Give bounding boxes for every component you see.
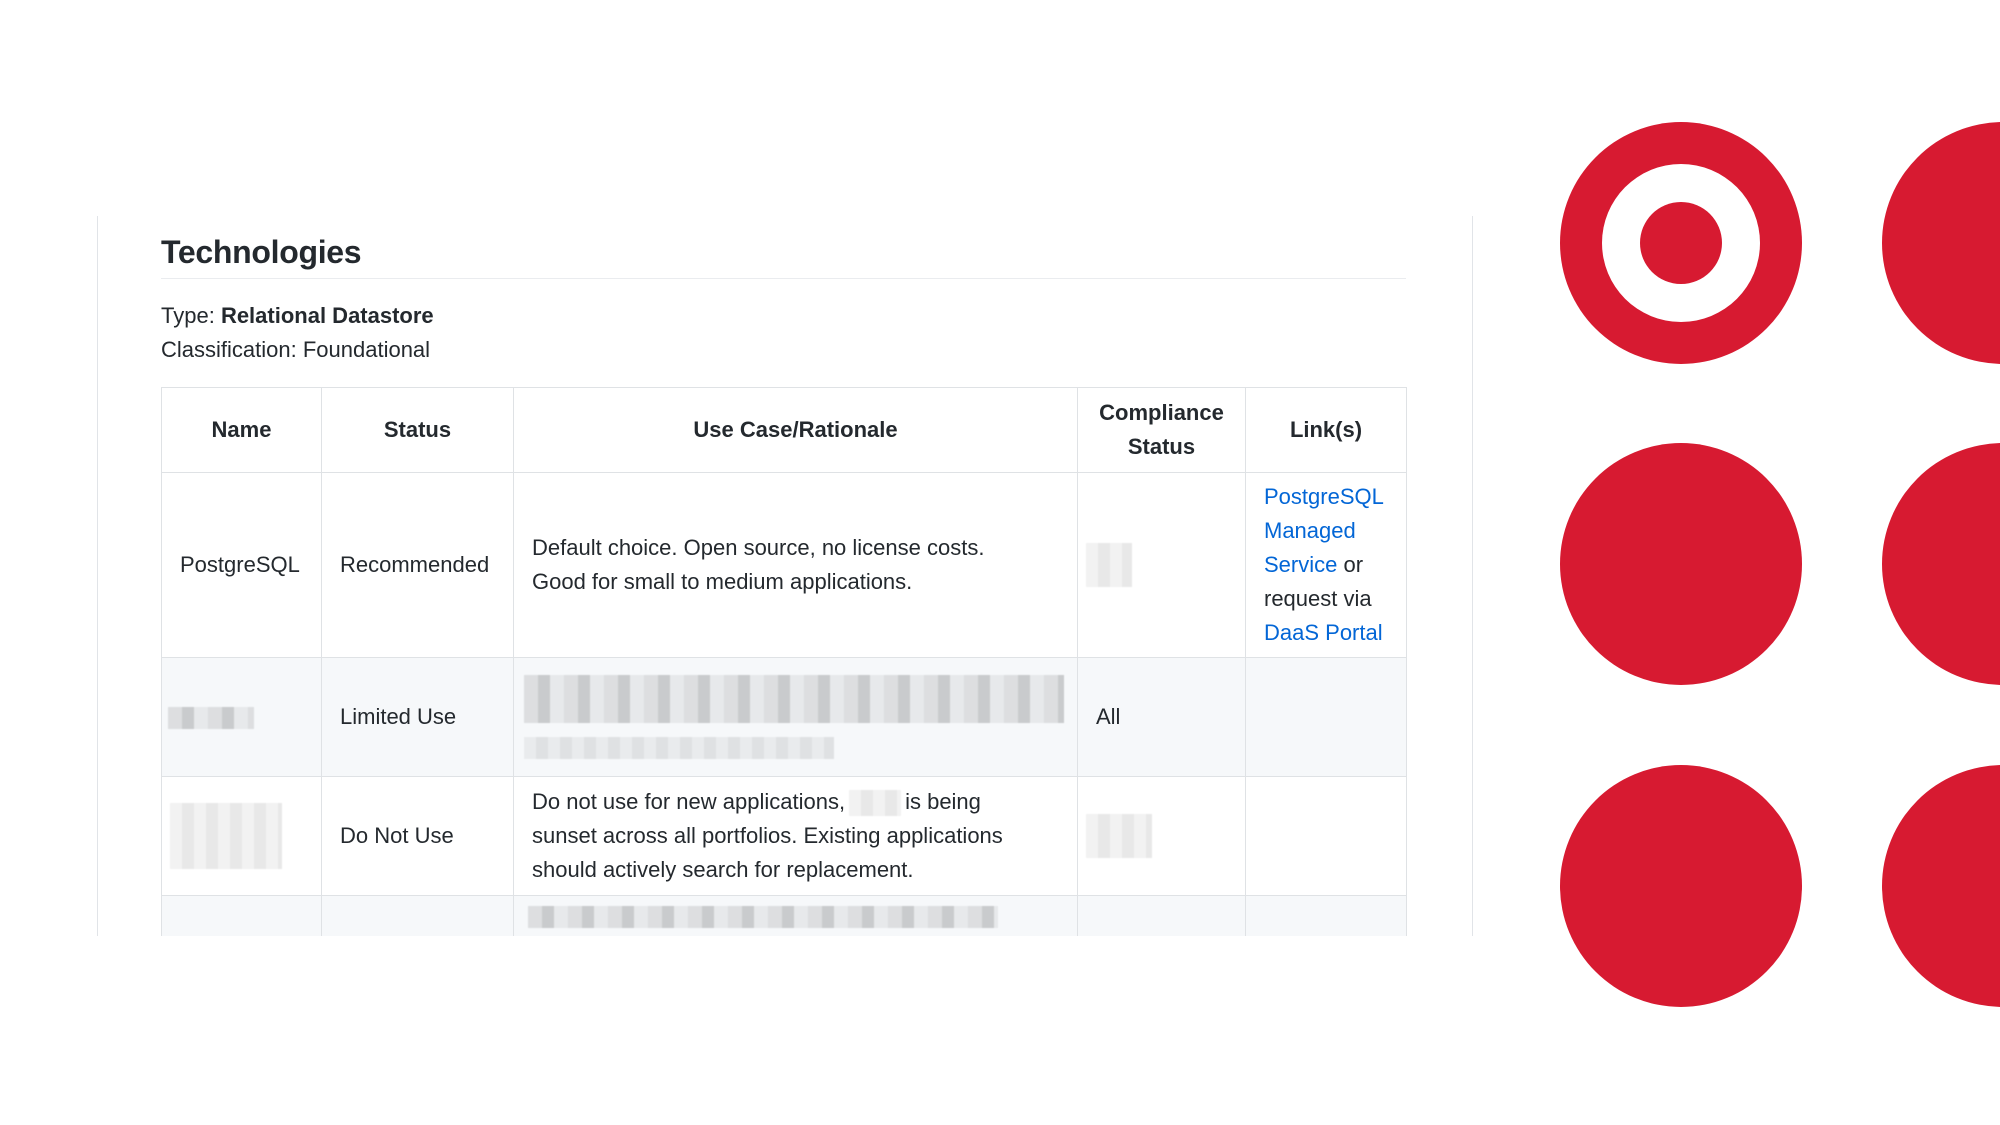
- redacted-text: [528, 906, 998, 929]
- cell-use-case: [513, 895, 1078, 936]
- cell-compliance: [1077, 472, 1246, 658]
- document-screenshot: Technologies Type: Relational Datastore …: [97, 216, 1473, 936]
- redacted-text: [168, 707, 254, 730]
- cell-compliance: All: [1077, 657, 1246, 777]
- table-row: Do Not Use Do not use for new applicatio…: [161, 776, 1407, 896]
- column-header-use-case: Use Case/Rationale: [513, 387, 1078, 473]
- cell-use-case: [513, 657, 1078, 777]
- cell-name: [161, 657, 322, 777]
- use-case-line2: sunset across all portfolios. Existing a…: [532, 823, 1003, 848]
- decorative-dot: [1882, 443, 2000, 685]
- type-value: Relational Datastore: [220, 303, 434, 328]
- redacted-text: [170, 803, 282, 869]
- cell-links: [1245, 657, 1407, 777]
- decorative-dot: [1882, 765, 2000, 1007]
- use-case-part1: Do not use for new applications,: [532, 789, 846, 814]
- redacted-text: [524, 675, 1064, 724]
- page-title: Technologies: [161, 216, 1406, 279]
- redacted-text: [1086, 814, 1152, 858]
- cell-compliance: [1077, 895, 1246, 936]
- compliance-header-line1: Compliance: [1099, 400, 1224, 425]
- redacted-text: [524, 736, 834, 759]
- logo-center: [1640, 202, 1722, 284]
- cell-use-case: Do not use for new applications, is being…: [513, 776, 1078, 896]
- redacted-text: [849, 790, 902, 817]
- use-case-part2: is being: [905, 789, 981, 814]
- presentation-slide: Technologies Type: Relational Datastore …: [0, 0, 2000, 1125]
- cell-use-case: Default choice. Open source, no license …: [513, 472, 1078, 658]
- table-row: Limited Use All: [161, 657, 1407, 777]
- link-connector-request-via: request via: [1264, 586, 1372, 611]
- type-line: Type: Relational Datastore: [161, 299, 1406, 333]
- cell-name: [161, 776, 322, 896]
- cell-compliance: [1077, 776, 1246, 896]
- daas-portal-link[interactable]: DaaS Portal: [1264, 620, 1383, 645]
- type-label: Type:: [161, 303, 215, 328]
- compliance-header-line2: Status: [1127, 434, 1196, 459]
- cell-links: PostgreSQL Managed Service or request vi…: [1245, 472, 1407, 658]
- column-header-links: Link(s): [1245, 387, 1407, 473]
- decorative-dot: [1560, 765, 1802, 1007]
- cell-links: [1245, 895, 1407, 936]
- cell-status: Do Not Use: [321, 776, 514, 896]
- table-row: PostgreSQL Recommended Default choice. O…: [161, 472, 1407, 658]
- redacted-text: [1086, 543, 1132, 587]
- metadata-block: Type: Relational Datastore Classificatio…: [161, 299, 1406, 367]
- use-case-line2: Good for small to medium applications.: [532, 569, 913, 594]
- target-bullseye-logo: [1560, 122, 1802, 364]
- link-connector-or: or: [1343, 552, 1364, 577]
- cell-status: Recommended: [321, 472, 514, 658]
- table-row: [161, 895, 1407, 936]
- cell-links: [1245, 776, 1407, 896]
- classification-line: Classification: Foundational: [161, 333, 1406, 367]
- cell-status: [321, 895, 514, 936]
- column-header-compliance: Compliance Status: [1077, 387, 1246, 473]
- use-case-line1: Default choice. Open source, no license …: [532, 535, 985, 560]
- column-header-status: Status: [321, 387, 514, 473]
- classification-label: Classification:: [161, 337, 297, 362]
- postgresql-managed-service-link[interactable]: PostgreSQL Managed Service: [1264, 484, 1384, 577]
- classification-value: Foundational: [302, 337, 431, 362]
- use-case-line3: should actively search for replacement.: [532, 857, 914, 882]
- table-header-row: Name Status Use Case/Rationale Complianc…: [161, 387, 1407, 473]
- cell-name: [161, 895, 322, 936]
- markdown-body: Technologies Type: Relational Datastore …: [161, 216, 1407, 936]
- cell-status: Limited Use: [321, 657, 514, 777]
- column-header-name: Name: [161, 387, 322, 473]
- cell-name: PostgreSQL: [161, 472, 322, 658]
- decorative-dot: [1882, 122, 2000, 364]
- technologies-table: Name Status Use Case/Rationale Complianc…: [161, 387, 1407, 936]
- decorative-dot: [1560, 443, 1802, 685]
